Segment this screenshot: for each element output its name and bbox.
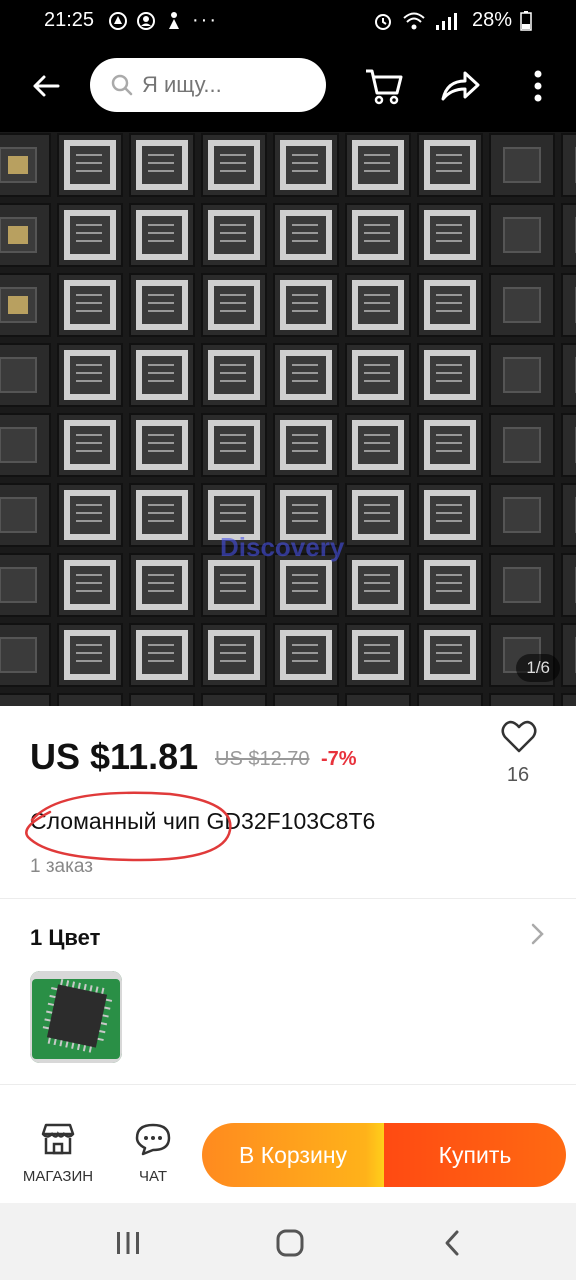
wifi-icon xyxy=(403,12,425,29)
search-bar[interactable] xyxy=(90,58,326,112)
search-icon xyxy=(111,74,133,96)
product-image-gallery[interactable]: Discovery 1/6 xyxy=(0,132,576,706)
store-icon xyxy=(41,1123,75,1155)
recent-apps-button[interactable] xyxy=(108,1223,148,1263)
alert-icon xyxy=(109,11,127,30)
battery-percent: 28% xyxy=(471,9,512,31)
back-arrow-icon xyxy=(33,75,60,97)
heart-icon xyxy=(501,720,537,753)
back-button[interactable] xyxy=(24,64,68,108)
store-button[interactable]: МАГАЗИН xyxy=(20,1122,96,1185)
home-icon xyxy=(276,1229,304,1257)
figure-icon xyxy=(169,11,179,29)
image-counter: 1/6 xyxy=(516,654,560,682)
alarm-icon xyxy=(374,13,391,30)
chip-tray-photo xyxy=(0,132,576,706)
top-app-bar xyxy=(0,42,576,132)
account-icon xyxy=(137,11,155,30)
color-section-label[interactable]: 1 Цвет xyxy=(30,925,100,951)
home-button[interactable] xyxy=(270,1223,310,1263)
status-right-icons: 28% xyxy=(372,9,532,32)
system-back-button[interactable] xyxy=(432,1223,472,1263)
more-options-button[interactable] xyxy=(514,62,562,110)
add-to-cart-button[interactable]: В Корзину xyxy=(202,1123,384,1187)
discount-badge: -7% xyxy=(321,748,357,770)
cart-icon xyxy=(366,69,403,105)
bottom-action-bar: МАГАЗИН ЧАТ В Корзину Купить xyxy=(0,1100,576,1203)
favorites-count: 16 xyxy=(506,764,530,786)
chat-label: ЧАТ xyxy=(139,1168,167,1185)
system-navigation-bar xyxy=(0,1203,576,1280)
original-price: US $12.70 xyxy=(215,748,310,770)
favorite-button[interactable] xyxy=(496,720,542,759)
search-input[interactable] xyxy=(142,72,302,98)
chevron-right-icon[interactable] xyxy=(530,922,546,946)
battery-icon xyxy=(520,10,532,31)
chip-thumbnail-image xyxy=(30,971,122,1063)
image-watermark: Discovery xyxy=(220,532,345,562)
more-vertical-icon xyxy=(534,70,542,102)
divider xyxy=(0,1084,576,1085)
recent-apps-icon xyxy=(117,1232,139,1254)
color-option-thumbnail[interactable] xyxy=(30,971,122,1063)
cart-button[interactable] xyxy=(360,62,408,110)
share-button[interactable] xyxy=(436,62,484,110)
divider xyxy=(0,898,576,899)
status-time: 21:25 xyxy=(44,9,95,31)
chat-icon xyxy=(135,1123,171,1156)
more-notifications-icon: ··· xyxy=(192,9,218,31)
store-label: МАГАЗИН xyxy=(22,1168,94,1185)
orders-count: 1 заказ xyxy=(30,856,93,877)
chat-button[interactable]: ЧАТ xyxy=(126,1122,180,1185)
status-left-icons: ··· xyxy=(108,9,218,32)
buy-now-button[interactable]: Купить xyxy=(384,1123,566,1187)
current-price: US $11.81 xyxy=(30,736,199,777)
system-back-icon xyxy=(445,1230,459,1256)
signal-icon xyxy=(435,12,457,30)
share-icon xyxy=(441,71,480,101)
status-bar: 21:25 ··· 28% xyxy=(0,0,576,42)
